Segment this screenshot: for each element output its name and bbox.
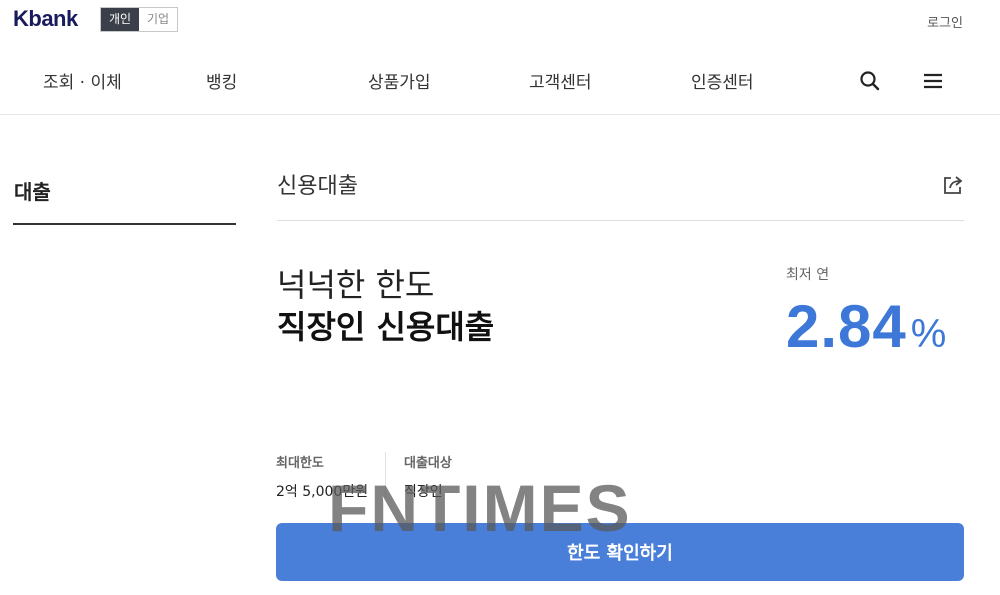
kbank-logo[interactable]: Kbank [13, 6, 78, 32]
title-divider [277, 220, 964, 221]
segment-personal[interactable]: 개인 [101, 8, 139, 31]
max-limit-label: 최대한도 [276, 456, 324, 471]
info-divider [385, 452, 386, 498]
nav-item-customer-center[interactable]: 고객센터 [529, 68, 592, 93]
max-limit-info: 최대한도 2억 5,000만원 [276, 452, 368, 501]
eligibility-value: 직장인 [404, 484, 443, 500]
sidebar-title[interactable]: 대출 [14, 176, 51, 205]
segment-business[interactable]: 기업 [139, 8, 177, 31]
nav-item-products[interactable]: 상품가입 [368, 68, 431, 93]
max-limit-value: 2억 5,000만원 [276, 484, 369, 500]
nav-item-banking[interactable]: 뱅킹 [206, 68, 237, 93]
customer-type-toggle[interactable]: 개인 기업 [100, 7, 178, 32]
rate-unit: % [910, 312, 947, 356]
main-nav: 조회 · 이체 뱅킹 상품가입 고객센터 인증센터 [0, 60, 1000, 100]
interest-rate: 2.84% [786, 292, 946, 361]
nav-item-inquiry-transfer[interactable]: 조회 · 이체 [43, 68, 122, 93]
eligibility-info: 대출대상 직장인 [404, 452, 452, 501]
nav-divider [0, 114, 1000, 115]
search-icon[interactable] [859, 70, 881, 96]
nav-item-certificate-center[interactable]: 인증센터 [691, 68, 754, 93]
check-limit-button[interactable]: 한도 확인하기 [276, 523, 964, 581]
rate-label: 최저 연 [786, 267, 830, 283]
menu-icon[interactable] [922, 70, 944, 96]
share-icon[interactable] [942, 174, 964, 200]
rate-value: 2.84 [786, 293, 907, 360]
eligibility-label: 대출대상 [404, 456, 452, 471]
sidebar-underline [13, 223, 236, 225]
product-subtitle: 넉넉한 한도 [277, 266, 435, 304]
login-link[interactable]: 로그인 [927, 12, 963, 31]
page-title: 신용대출 [277, 174, 358, 199]
product-headline: 직장인 신용대출 [277, 308, 495, 346]
